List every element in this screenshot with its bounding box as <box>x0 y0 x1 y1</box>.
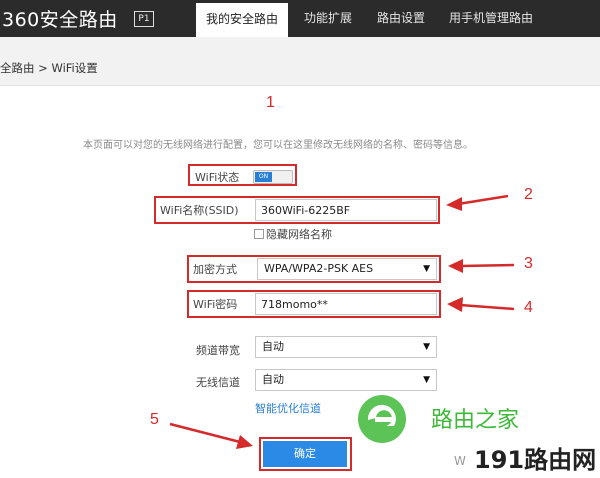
annotation-number-2: 2 <box>524 186 533 203</box>
arrow-4-head <box>447 297 463 312</box>
arrow-3 <box>459 263 515 268</box>
annotation-number-3: 3 <box>524 255 533 272</box>
watermark-letter: W <box>454 454 466 468</box>
arrow-4 <box>459 303 515 311</box>
annotation-number-4: 4 <box>524 299 533 316</box>
arrow-3-head <box>448 259 463 273</box>
arrow-2-head <box>446 197 462 211</box>
arrow-2 <box>457 194 509 206</box>
watermark-logo-icon <box>358 395 406 443</box>
arrow-5-head <box>236 435 253 449</box>
annotation-number-5: 5 <box>150 411 159 428</box>
watermark-site: 191路由网 <box>474 446 597 474</box>
arrow-5 <box>169 422 241 444</box>
watermark-brand: 路由之家 <box>431 408 520 433</box>
